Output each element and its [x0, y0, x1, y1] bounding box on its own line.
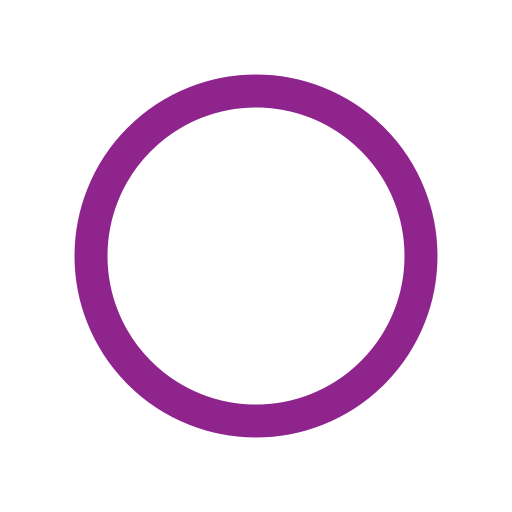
circle-outline-icon [74, 74, 438, 438]
icon-canvas [0, 0, 512, 512]
ring-outline [74, 74, 438, 438]
